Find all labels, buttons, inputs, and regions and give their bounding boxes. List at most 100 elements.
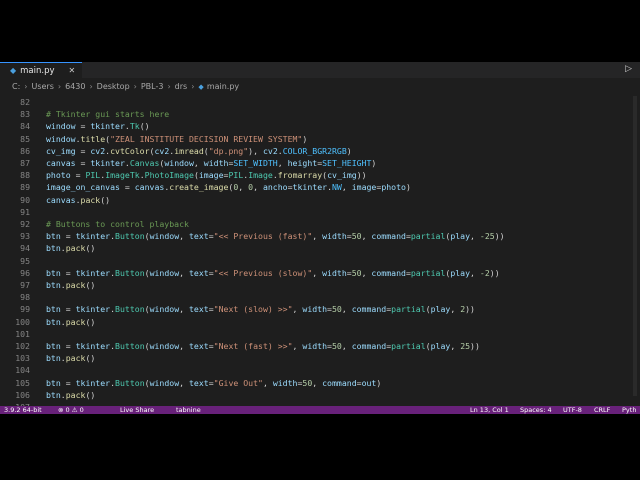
line-number: 97 [20, 280, 30, 290]
code-line[interactable]: btn.pack() [46, 352, 95, 364]
code-token: window [46, 133, 76, 144]
code-token: btn [46, 341, 61, 351]
code-token: () [85, 243, 96, 254]
code-token: -2 [479, 267, 490, 278]
code-token: tkinter [90, 158, 125, 168]
code-line[interactable]: # Buttons to control playback [46, 218, 189, 230]
code-line[interactable]: image_on_canvas = canvas.create_image(0,… [46, 181, 411, 193]
breadcrumb-item[interactable]: drs [175, 82, 188, 91]
code-line[interactable]: # Tkinter gui starts here [46, 108, 169, 120]
code-token: cvtColor [110, 145, 150, 156]
code-token: Button [115, 267, 145, 278]
code-token: btn [46, 304, 61, 315]
code-line[interactable]: btn = tkinter.Button(window, text="<< Pr… [46, 230, 505, 242]
code-token: , [341, 304, 352, 315]
code-token: , [470, 267, 480, 278]
code-line[interactable]: photo = PIL.ImageTk.PhotoImage(image=PIL… [46, 169, 367, 181]
code-token: "Next (slow) >>" [213, 304, 293, 315]
code-token: ) [371, 158, 377, 168]
code-token: ) [376, 377, 382, 388]
code-token: pack [80, 194, 101, 205]
tab-bar: ◆ main.py ✕ ▷ [0, 62, 640, 78]
breadcrumb-item[interactable]: Users [31, 82, 53, 91]
line-number: 100 [15, 316, 30, 327]
code-editor[interactable]: 82 83 # Tkinter gui starts here 84 window = … [0, 96, 640, 412]
code-token: cv2 [154, 145, 170, 156]
code-token: window [149, 304, 180, 315]
code-line[interactable]: btn = tkinter.Button(window, text="<< Pr… [46, 267, 500, 279]
code-line[interactable]: btn = tkinter.Button(window, text="Next … [46, 340, 480, 352]
indentation[interactable]: Spaces: 4 [520, 406, 552, 414]
code-token: COLOR_BGR2RGB [282, 145, 347, 156]
code-line[interactable]: btn = tkinter.Button(window, text="Give … [46, 377, 381, 389]
code-token: photo [46, 170, 71, 181]
code-token: -25 [479, 231, 495, 242]
chevron-right-icon: › [167, 82, 171, 91]
line-number: 88 [20, 170, 30, 181]
code-token: window [46, 121, 76, 132]
line-number: 92 [20, 219, 30, 229]
code-line[interactable]: window.title("ZEAL INSTITUTE DECISION RE… [46, 133, 307, 145]
code-token: = [119, 182, 135, 193]
python-interpreter[interactable]: 3.9.2 64-bit [4, 406, 42, 414]
code-token: SET_WIDTH [233, 158, 278, 168]
code-line[interactable]: btn.pack() [46, 279, 95, 291]
code-token: PIL [228, 170, 244, 181]
code-token: , [253, 182, 263, 193]
code-token: () [100, 194, 111, 205]
code-token: tkinter [75, 377, 111, 388]
code-token: PIL [85, 170, 101, 181]
breadcrumb-item[interactable]: Desktop [97, 82, 130, 91]
code-token: partial [410, 267, 446, 278]
code-token: btn [46, 377, 61, 388]
code-line[interactable]: btn.pack() [46, 389, 95, 401]
line-number: 101 [15, 328, 30, 339]
code-line[interactable]: window = tkinter.Tk() [46, 120, 150, 132]
code-token: ancho [262, 182, 288, 193]
breadcrumb: C: › Users › 6430 › Desktop › PBL-3 › dr… [0, 78, 640, 95]
code-token: ) [405, 182, 411, 193]
code-line[interactable]: btn = tkinter.Button(window, text="Next … [46, 303, 475, 315]
code-token: , [312, 231, 323, 242]
language-mode[interactable]: Pyth [622, 406, 636, 414]
code-line[interactable]: btn.pack() [46, 242, 95, 254]
breadcrumb-item[interactable]: PBL-3 [141, 82, 164, 91]
code-line[interactable]: btn.pack() [46, 316, 95, 328]
code-token: , [179, 231, 189, 242]
code-token: partial [410, 231, 446, 242]
code-token: = [75, 158, 91, 168]
code-token: ), [248, 145, 263, 156]
code-line[interactable]: cv_img = cv2.cvtColor(cv2.imread("dp.png… [46, 145, 352, 157]
code-line[interactable]: canvas = tkinter.Canvas(window, width=SE… [46, 157, 376, 169]
breadcrumb-item[interactable]: 6430 [65, 82, 85, 91]
code-token: # Buttons to control playback [46, 219, 189, 229]
code-token: , [361, 267, 372, 278]
encoding[interactable]: UTF-8 [563, 406, 582, 414]
live-share-button[interactable]: Live Share [120, 406, 154, 414]
line-number: 105 [15, 377, 30, 388]
cursor-position[interactable]: Ln 13, Col 1 [470, 406, 509, 414]
code-line[interactable]: canvas.pack() [46, 194, 110, 206]
close-tab-icon[interactable]: ✕ [69, 66, 76, 75]
code-token: width [203, 158, 229, 168]
tabnine-indicator[interactable]: tabnine [176, 406, 201, 414]
code-token: tkinter [292, 182, 328, 193]
code-token: cv_img [327, 170, 357, 181]
code-token: Button [115, 377, 145, 388]
code-token: , [312, 377, 323, 388]
code-token: 50 [351, 231, 362, 242]
tab-main-py[interactable]: ◆ main.py ✕ [0, 62, 82, 78]
code-token: partial [391, 304, 426, 315]
status-bar: 3.9.2 64-bit ⊗ 0 ⚠ 0 Live Share tabnine … [0, 406, 640, 414]
code-token: "<< Previous (fast)" [213, 231, 313, 242]
problems-indicator[interactable]: ⊗ 0 ⚠ 0 [58, 406, 84, 414]
line-number: 87 [20, 158, 30, 168]
code-token: = [70, 170, 86, 181]
code-token: () [85, 389, 96, 400]
line-ending[interactable]: CRLF [594, 406, 610, 414]
breadcrumb-item[interactable]: C: [12, 82, 20, 91]
run-triangle-icon[interactable]: ▷ [625, 64, 632, 74]
breadcrumb-item[interactable]: main.py [207, 82, 239, 91]
vertical-scrollbar[interactable] [633, 96, 637, 396]
code-token: command [322, 377, 357, 388]
